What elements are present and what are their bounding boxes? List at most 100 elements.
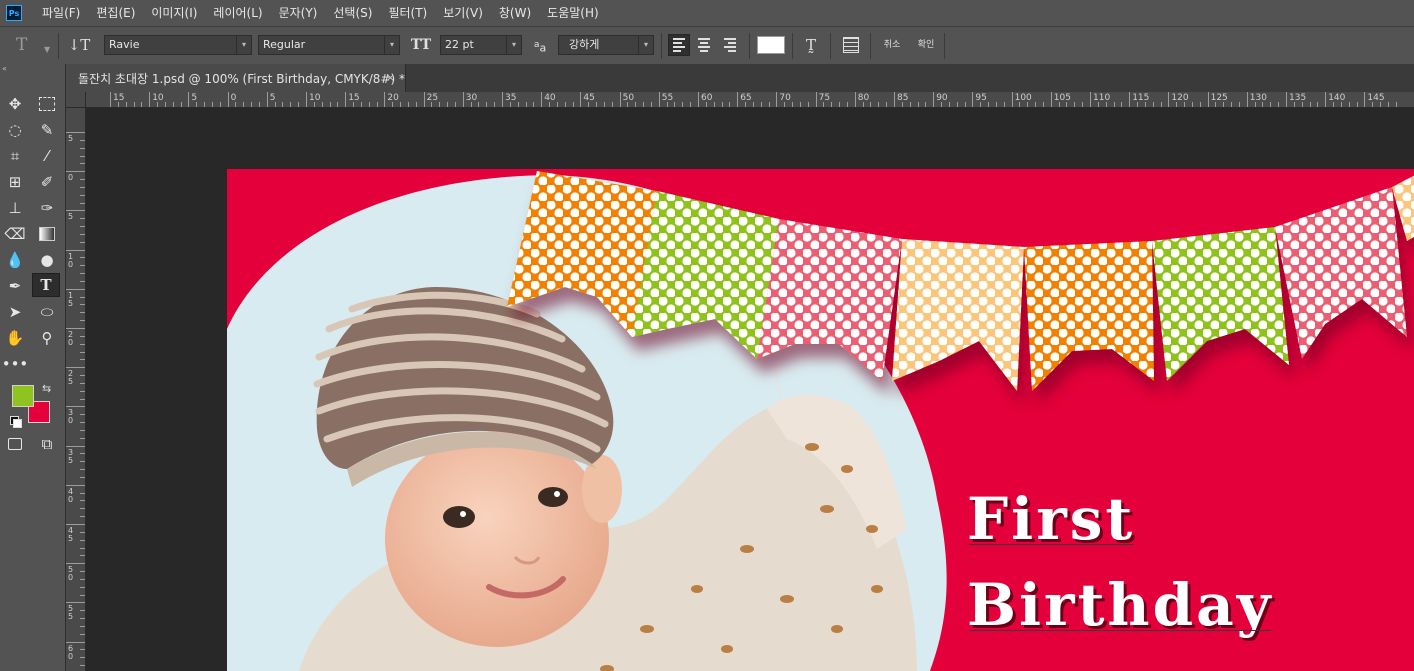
ruler-minor-tick	[1035, 102, 1037, 107]
history-brush-tool-icon[interactable]: ✑	[35, 196, 59, 220]
ruler-minor-tick	[243, 102, 245, 107]
menu-image[interactable]: 이미지(I)	[143, 0, 205, 26]
close-icon[interactable]: ×	[386, 71, 395, 84]
chevron-down-icon: ▾	[236, 36, 251, 54]
clone-stamp-tool-icon[interactable]: ⊥	[3, 196, 27, 220]
ruler-minor-tick	[1254, 102, 1256, 107]
brush-tool-icon[interactable]: ✐	[35, 170, 59, 194]
menu-view[interactable]: 보기(V)	[435, 0, 491, 26]
ruler-tick	[423, 92, 425, 107]
anti-alias-select[interactable]: 강하게 ▾	[558, 35, 654, 55]
ruler-minor-tick	[768, 102, 770, 107]
canvas-area[interactable]: First Birthday	[86, 108, 1414, 671]
ruler-minor-tick	[729, 102, 731, 107]
ruler-minor-tick	[80, 555, 85, 557]
ruler-tick	[1050, 92, 1052, 107]
menu-filter[interactable]: 필터(T)	[380, 0, 435, 26]
ruler-tick	[66, 328, 85, 329]
menu-type[interactable]: 문자(Y)	[271, 0, 326, 26]
tool-preset-picker[interactable]: T ▼	[8, 35, 56, 55]
screen-mode-icon[interactable]: ⧉	[35, 432, 59, 456]
font-size-select[interactable]: 22 pt ▾	[440, 35, 522, 55]
marquee-tool-icon[interactable]	[35, 92, 59, 116]
ruler-tick	[502, 92, 503, 107]
ruler-minor-tick	[80, 618, 85, 620]
ruler-label: 100	[1014, 93, 1032, 103]
default-colors-icon[interactable]	[10, 416, 22, 428]
eyedropper-tool-icon[interactable]: ⁄	[35, 144, 59, 168]
ruler-minor-tick	[878, 102, 880, 107]
document-tab[interactable]: 돌잔치 초대장 1.psd @ 100% (First Birthday, CM…	[66, 64, 406, 92]
ruler-minor-tick	[80, 304, 85, 306]
dodge-tool-icon[interactable]: ●	[35, 248, 59, 272]
ellipse-tool-icon[interactable]: ⬭	[35, 300, 59, 324]
ruler-corner[interactable]	[66, 92, 86, 108]
vertical-ruler[interactable]: 5 0 5 10 15 20 25 30 35 40 45 50 55 60	[66, 108, 86, 671]
menu-edit[interactable]: 편집(E)	[88, 0, 143, 26]
horizontal-ruler[interactable]: 15 10 5 0 5 10 15 20 25 30 35 40 45 50 55 60 65 70 75 80 85 9…	[86, 92, 1414, 108]
character-panel-icon[interactable]	[840, 35, 862, 55]
ruler-minor-tick	[917, 102, 919, 107]
ruler-label: 35	[68, 447, 74, 465]
artboard[interactable]: First Birthday	[227, 169, 1414, 671]
gradient-tool-icon[interactable]	[35, 222, 59, 246]
ruler-minor-tick	[80, 476, 85, 478]
ruler-minor-tick	[846, 102, 848, 107]
menu-select[interactable]: 선택(S)	[325, 0, 380, 26]
warp-text-icon[interactable]: T̰	[800, 35, 822, 55]
headline-first[interactable]: First	[967, 487, 1135, 551]
healing-brush-tool-icon[interactable]: ⊞	[3, 170, 27, 194]
ruler-tick	[776, 92, 778, 107]
zoom-tool-icon[interactable]: ⚲	[35, 326, 59, 350]
align-left-button[interactable]	[668, 34, 690, 56]
commit-button[interactable]: 확인	[912, 35, 940, 55]
quick-mask-icon[interactable]	[3, 432, 27, 456]
collapse-panel-icon[interactable]: «	[0, 64, 66, 74]
ruler-minor-tick	[80, 179, 85, 181]
crop-tool-icon[interactable]: ⌗	[3, 144, 27, 168]
ruler-minor-tick	[329, 102, 331, 107]
menu-window[interactable]: 창(W)	[491, 0, 539, 26]
cancel-button[interactable]: 취소	[878, 35, 906, 55]
ruler-label: 30	[68, 408, 74, 426]
ruler-minor-tick	[80, 539, 85, 541]
hand-tool-icon[interactable]: ✋	[3, 326, 27, 350]
menu-help[interactable]: 도움말(H)	[539, 0, 607, 26]
pen-tool-icon[interactable]: ✒	[3, 274, 27, 298]
font-size-icon: TT	[410, 37, 432, 53]
quick-selection-tool-icon[interactable]: ✎	[35, 118, 59, 142]
ruler-minor-tick	[1160, 102, 1162, 107]
font-family-value: Ravie	[109, 38, 140, 51]
swap-colors-icon[interactable]: ⇆	[42, 382, 51, 395]
type-tool-icon[interactable]: T	[32, 273, 60, 297]
ruler-minor-tick	[948, 102, 950, 107]
font-family-select[interactable]: Ravie ▾	[104, 35, 252, 55]
lasso-tool-icon[interactable]: ◌	[3, 118, 27, 142]
more-tools-icon[interactable]: •••	[2, 352, 29, 376]
path-selection-tool-icon[interactable]: ➤	[3, 300, 27, 324]
ruler-minor-tick	[392, 102, 394, 107]
blur-tool-icon[interactable]: 💧	[3, 248, 27, 272]
ruler-minor-tick	[870, 102, 872, 107]
ruler-minor-tick	[80, 508, 85, 510]
ruler-minor-tick	[157, 102, 159, 107]
ruler-minor-tick	[80, 382, 85, 384]
text-color-swatch[interactable]	[757, 36, 785, 54]
menu-layer[interactable]: 레이어(L)	[205, 0, 270, 26]
ruler-label: 125	[1210, 93, 1228, 103]
text-orientation-icon[interactable]: ↓T	[66, 35, 92, 55]
ruler-minor-tick	[400, 102, 402, 107]
headline-birthday[interactable]: Birthday	[967, 573, 1273, 637]
font-style-select[interactable]: Regular ▾	[258, 35, 400, 55]
align-center-button[interactable]	[694, 34, 716, 56]
ruler-minor-tick	[1231, 102, 1233, 107]
foreground-color-swatch[interactable]	[12, 385, 34, 407]
eraser-tool-icon[interactable]: ⌫	[3, 222, 27, 246]
ruler-minor-tick	[80, 516, 85, 518]
ruler-minor-tick	[196, 102, 198, 107]
ruler-minor-tick	[1074, 102, 1076, 107]
align-right-button[interactable]	[720, 34, 742, 56]
menu-file[interactable]: 파일(F)	[34, 0, 88, 26]
move-tool-icon[interactable]: ✥	[3, 92, 27, 116]
ruler-minor-tick	[251, 102, 253, 107]
